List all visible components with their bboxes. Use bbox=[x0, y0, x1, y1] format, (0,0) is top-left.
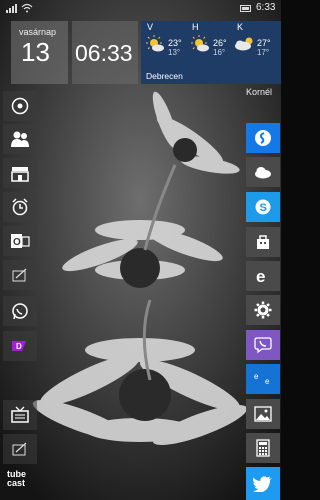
edge-blue-tile[interactable]: e e bbox=[246, 364, 280, 394]
people-icon bbox=[11, 131, 29, 147]
whatsapp-tile[interactable] bbox=[3, 296, 37, 326]
clock-time: 06:33 bbox=[75, 40, 133, 66]
weather-tile[interactable]: V 23° 13° H 26° 16° K 27° 17° Debrecen bbox=[141, 21, 281, 84]
app-purple-tile[interactable]: D bbox=[3, 331, 37, 361]
weather-day-2: K 27° 17° bbox=[233, 21, 279, 73]
cloud-sun-icon bbox=[235, 37, 253, 51]
settings-tile[interactable] bbox=[246, 295, 280, 325]
store-tile[interactable] bbox=[3, 158, 37, 188]
svg-text:e: e bbox=[265, 377, 270, 386]
weather-city: Debrecen bbox=[146, 71, 183, 81]
pen-paper-icon bbox=[12, 268, 27, 282]
sun-cloud-icon bbox=[191, 35, 209, 52]
tubecast-logo-line2: cast bbox=[7, 478, 26, 488]
outlook-icon: O bbox=[11, 234, 30, 248]
alarm-clock-icon bbox=[12, 198, 28, 216]
viber-tile[interactable] bbox=[246, 330, 280, 360]
shazam-tile[interactable] bbox=[246, 123, 280, 153]
store-icon bbox=[11, 167, 29, 182]
twitter-tile[interactable] bbox=[246, 467, 280, 500]
status-time: 6:33 bbox=[256, 2, 276, 13]
sun-cloud-icon bbox=[146, 35, 164, 52]
whatsapp-icon bbox=[12, 303, 28, 320]
pen-paper-icon bbox=[12, 442, 27, 456]
signal-icon bbox=[6, 4, 17, 13]
groove-music-tile[interactable] bbox=[3, 91, 37, 121]
photos-tile[interactable] bbox=[246, 399, 280, 429]
calendar-tile[interactable]: vasárnap 13 bbox=[11, 21, 68, 84]
weather-day-label: H bbox=[192, 22, 199, 32]
people-tile[interactable] bbox=[3, 124, 37, 154]
group-header-kornel: Kornél bbox=[246, 87, 273, 97]
weather-day-1: H 26° 16° bbox=[187, 21, 233, 73]
svg-text:e: e bbox=[256, 267, 265, 285]
edge-icon: e bbox=[256, 267, 265, 285]
tubecast-tile[interactable]: tube cast bbox=[7, 470, 26, 488]
weather-day-0: V 23° 13° bbox=[141, 21, 187, 73]
svg-text:O: O bbox=[13, 237, 21, 248]
gear-icon bbox=[254, 301, 272, 319]
onedrive-tile[interactable] bbox=[246, 157, 280, 187]
skype-tile[interactable]: S bbox=[246, 192, 280, 222]
weather-day-label: K bbox=[237, 22, 244, 32]
edge-double-icon: e e bbox=[254, 372, 270, 386]
weather-low: 13° bbox=[168, 48, 181, 57]
store-tile-right[interactable] bbox=[246, 227, 280, 257]
day-number: 13 bbox=[21, 37, 50, 67]
store-icon bbox=[257, 235, 269, 249]
shazam-icon bbox=[255, 130, 271, 146]
skype-icon: S bbox=[255, 199, 271, 215]
app-tile-2[interactable] bbox=[3, 434, 37, 464]
weather-low: 17° bbox=[257, 48, 270, 57]
tv-tile[interactable] bbox=[3, 400, 37, 430]
svg-text:e: e bbox=[254, 372, 259, 381]
tv-icon bbox=[11, 406, 29, 423]
viber-icon bbox=[254, 337, 272, 354]
day-name: vasárnap bbox=[19, 27, 57, 37]
app-tile[interactable] bbox=[3, 260, 37, 290]
weather-low: 16° bbox=[213, 48, 226, 57]
outlook-tile[interactable]: O bbox=[3, 226, 37, 256]
calculator-icon bbox=[256, 439, 270, 457]
wifi-icon bbox=[21, 3, 33, 13]
purple-app-icon: D bbox=[12, 341, 26, 351]
svg-text:D: D bbox=[16, 342, 22, 351]
svg-text:S: S bbox=[260, 202, 267, 214]
weather-day-label: V bbox=[147, 22, 154, 32]
battery-icon bbox=[240, 5, 251, 12]
edge-tile[interactable]: e bbox=[246, 261, 280, 291]
weather-high: 27° bbox=[257, 38, 271, 48]
weather-high: 26° bbox=[213, 38, 227, 48]
clock-tile[interactable]: 06:33 bbox=[72, 21, 138, 84]
calculator-tile[interactable] bbox=[246, 433, 280, 463]
music-disc-icon bbox=[11, 97, 29, 115]
photos-icon bbox=[254, 406, 272, 422]
alarms-tile[interactable] bbox=[3, 192, 37, 222]
status-bar: 6:33 bbox=[0, 0, 281, 18]
weather-high: 23° bbox=[168, 38, 182, 48]
cloud-icon bbox=[255, 167, 271, 179]
twitter-icon bbox=[253, 475, 272, 492]
